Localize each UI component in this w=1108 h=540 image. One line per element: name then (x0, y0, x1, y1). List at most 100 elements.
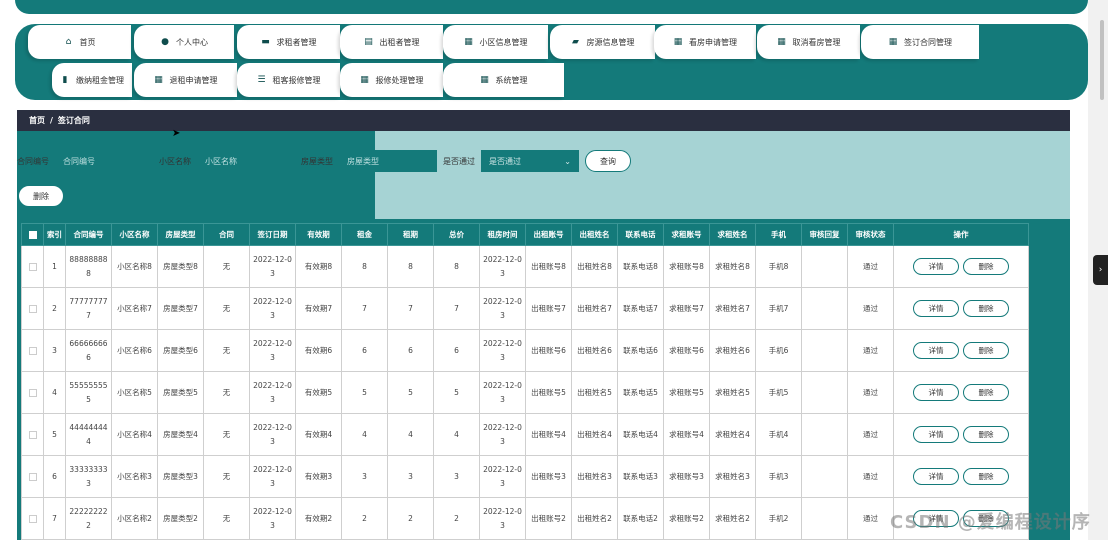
detail-button[interactable]: 详情 (913, 342, 959, 359)
menu-item-row1-7[interactable]: ▦ 取消看房管理 (757, 25, 860, 59)
watermark: CSDN @爱编程设计序 (890, 512, 1091, 533)
table-cell: 手机3 (755, 455, 802, 498)
table-cell: 联系电话6 (617, 329, 664, 372)
menu-item-row1-5[interactable]: ▰ 房源信息管理 (550, 25, 655, 59)
menu-item-row2-0[interactable]: ▮ 缴纳租金管理 (52, 63, 132, 97)
table-cell: 求租姓名6 (709, 329, 756, 372)
grid-icon: ▦ (777, 37, 786, 47)
table-cell: 5 (43, 413, 66, 456)
table-cell: 2 (43, 287, 66, 330)
actions-cell: 详情 删除 (893, 287, 1029, 330)
menu-item-row1-2[interactable]: ▬ 求租者管理 (237, 25, 340, 59)
row-checkbox[interactable] (28, 262, 37, 271)
table-cell (801, 329, 848, 372)
menu-item-label: 房源信息管理 (586, 37, 635, 47)
document-icon: ▤ (364, 37, 373, 47)
table-cell: 无 (203, 455, 250, 498)
table-cell: 出租姓名5 (571, 371, 618, 414)
house-type-input[interactable]: 房屋类型 (339, 150, 437, 172)
column-header: 租金 (341, 223, 388, 246)
table-cell: 2022-12-03 (479, 371, 526, 414)
detail-button[interactable]: 详情 (913, 384, 959, 401)
table-row: 6 333333333 小区名称3 房屋类型3 无 2022-12-03 有效期3 3 3 3 20… (21, 455, 1029, 498)
table-cell: 小区名称8 (111, 245, 158, 288)
detail-button[interactable]: 详情 (913, 426, 959, 443)
community-label: 小区名称 (159, 157, 191, 166)
select-all-checkbox[interactable] (28, 231, 37, 239)
detail-button[interactable]: 详情 (913, 468, 959, 485)
row-select-cell (21, 455, 44, 498)
menu-item-label: 求租者管理 (276, 37, 317, 47)
table-cell: 求租姓名5 (709, 371, 756, 414)
grid-icon: ▦ (480, 75, 489, 85)
column-header: 操作 (893, 223, 1029, 246)
top-header-bar (15, 0, 1088, 14)
table-cell: 无 (203, 413, 250, 456)
row-checkbox[interactable] (28, 304, 37, 313)
row-checkbox[interactable] (28, 388, 37, 397)
table-cell: 联系电话8 (617, 245, 664, 288)
row-checkbox[interactable] (28, 346, 37, 355)
table-cell: 手机8 (755, 245, 802, 288)
table-cell: 有效期6 (295, 329, 342, 372)
delete-row-button[interactable]: 删除 (963, 342, 1009, 359)
delete-row-button[interactable]: 删除 (963, 468, 1009, 485)
column-header: 总价 (433, 223, 480, 246)
delete-row-button[interactable]: 删除 (963, 426, 1009, 443)
menu-item-row1-0[interactable]: ⌂ 首页 (28, 25, 131, 59)
row-checkbox[interactable] (28, 430, 37, 439)
user-icon: ● (161, 37, 169, 47)
menu-item-row2-3[interactable]: ▦ 报修处理管理 (340, 63, 443, 97)
menu-item-row2-1[interactable]: ▦ 退租申请管理 (134, 63, 237, 97)
menu-item-row2-4[interactable]: ▦ 系统管理 (443, 63, 564, 97)
chat-icon: ▬ (261, 37, 270, 47)
table-cell: 无 (203, 497, 250, 540)
delete-row-button[interactable]: 删除 (963, 384, 1009, 401)
table-cell: 求租姓名2 (709, 497, 756, 540)
table-cell: 4 (387, 413, 434, 456)
row-checkbox[interactable] (28, 472, 37, 481)
table-cell: 出租姓名8 (571, 245, 618, 288)
actions-cell: 详情 删除 (893, 455, 1029, 498)
menu-item-row1-4[interactable]: ▦ 小区信息管理 (443, 25, 548, 59)
scrollbar-thumb[interactable] (1100, 20, 1104, 100)
delete-row-button[interactable]: 删除 (963, 300, 1009, 317)
detail-button[interactable]: 详情 (913, 258, 959, 275)
table-cell (801, 371, 848, 414)
contract-no-input[interactable]: 合同编号 (55, 150, 153, 172)
table-cell: 手机6 (755, 329, 802, 372)
approved-select[interactable]: 是否通过 ⌄ (481, 150, 579, 172)
table-cell: 4 (341, 413, 388, 456)
menu-item-row1-3[interactable]: ▤ 出租者管理 (340, 25, 443, 59)
menu-item-row2-2[interactable]: ☰ 租客报修管理 (237, 63, 340, 97)
menu-item-row1-6[interactable]: ▦ 看房申请管理 (654, 25, 756, 59)
select-all-header[interactable] (21, 223, 44, 246)
table-cell: 无 (203, 329, 250, 372)
table-cell: 2022-12-03 (249, 497, 296, 540)
table-cell: 手机7 (755, 287, 802, 330)
table-cell: 通过 (847, 371, 894, 414)
table-cell: 5 (433, 371, 480, 414)
detail-button[interactable]: 详情 (913, 300, 959, 317)
grid-icon: ▦ (673, 37, 683, 47)
table-cell (801, 287, 848, 330)
main-content: 合同编号 合同编号 小区名称 小区名称 房屋类型 房屋类型 是否通过 是否通过 … (17, 131, 1070, 540)
menu-item-row1-1[interactable]: ● 个人中心 (134, 25, 234, 59)
table-cell: 出租账号5 (525, 371, 572, 414)
search-panel-overlay (17, 131, 375, 219)
community-input[interactable]: 小区名称 (197, 150, 295, 172)
query-button[interactable]: 查询 (585, 150, 631, 172)
row-checkbox[interactable] (28, 514, 37, 523)
breadcrumb-home[interactable]: 首页 (29, 115, 45, 126)
batch-delete-button[interactable]: 删除 (18, 185, 64, 207)
table-cell: 小区名称5 (111, 371, 158, 414)
table-cell: 联系电话7 (617, 287, 664, 330)
side-toggle-button[interactable]: › (1093, 255, 1108, 285)
row-select-cell (21, 245, 44, 288)
table-cell: 求租账号8 (663, 245, 710, 288)
delete-row-button[interactable]: 删除 (963, 258, 1009, 275)
table-cell: 3 (341, 455, 388, 498)
menu-item-row1-8[interactable]: ▦ 签订合同管理 (861, 25, 979, 59)
table-cell: 房屋类型5 (157, 371, 204, 414)
menu-item-label: 退租申请管理 (169, 75, 218, 85)
